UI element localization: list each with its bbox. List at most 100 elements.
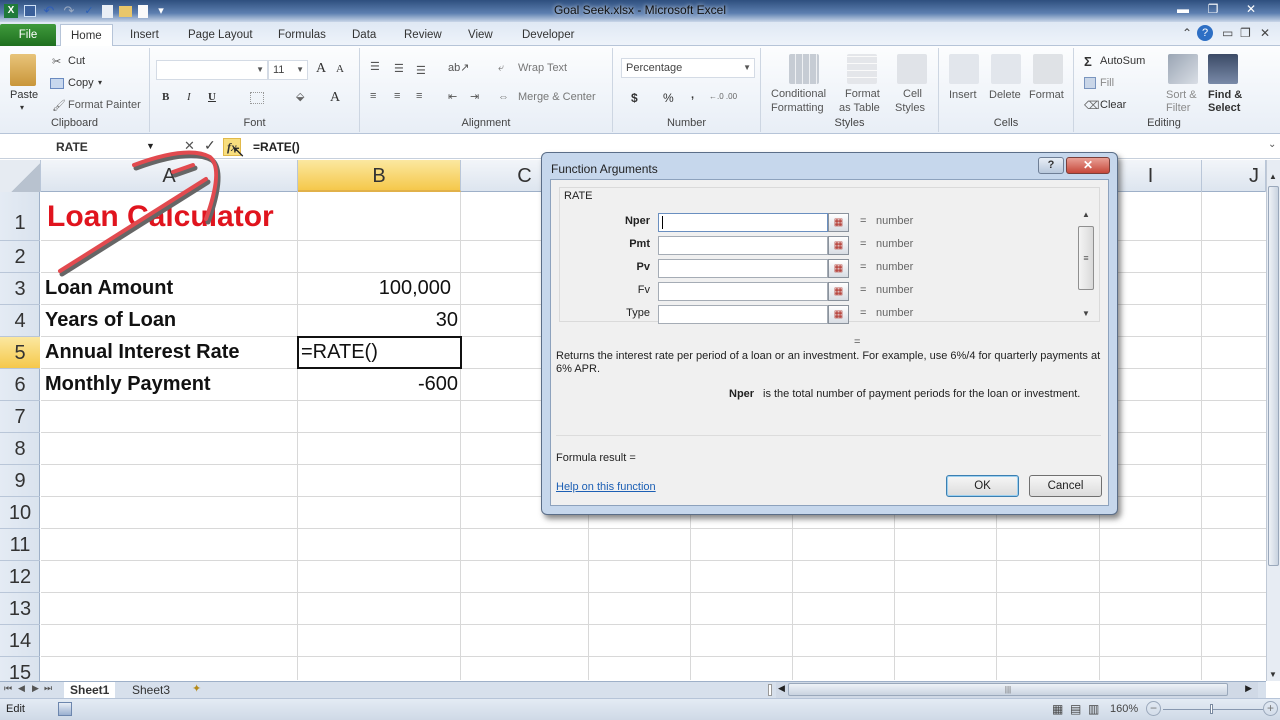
- cell-b5-active[interactable]: =RATE(): [297, 336, 462, 369]
- align-right-icon[interactable]: ≡: [416, 90, 422, 102]
- tab-insert[interactable]: Insert: [120, 24, 169, 46]
- cut-button[interactable]: Cut: [68, 55, 85, 67]
- macro-record-icon[interactable]: [58, 702, 72, 716]
- zoom-out-icon[interactable]: −: [1146, 701, 1161, 716]
- cancel-button[interactable]: Cancel: [1029, 475, 1102, 497]
- page-break-view-icon[interactable]: ▥: [1088, 702, 1099, 716]
- collapse-dialog-icon[interactable]: ▦: [828, 259, 849, 278]
- row-header-8[interactable]: 8: [0, 433, 40, 465]
- tab-file[interactable]: File: [0, 24, 56, 46]
- scroll-down-icon[interactable]: ▼: [1269, 670, 1277, 679]
- italic-button[interactable]: I: [187, 91, 191, 103]
- vertical-scrollbar[interactable]: ▲ ▼: [1266, 160, 1280, 681]
- font-name-combo[interactable]: ▼: [156, 60, 268, 80]
- font-size-combo[interactable]: 11 ▼: [268, 60, 308, 80]
- cell-a1[interactable]: Loan Calculator: [47, 200, 274, 234]
- insert-sheet-icon[interactable]: ✦: [192, 682, 201, 695]
- scroll-thumb[interactable]: ≡: [1078, 226, 1094, 290]
- cell-a6[interactable]: Monthly Payment: [45, 373, 211, 396]
- tab-developer[interactable]: Developer: [512, 24, 584, 46]
- arg-input-pv[interactable]: [658, 259, 828, 278]
- align-left-icon[interactable]: ≡: [370, 90, 376, 102]
- page-layout-view-icon[interactable]: ▤: [1070, 702, 1081, 716]
- close-window-button[interactable]: ✕: [1228, 0, 1274, 18]
- dialog-close-button[interactable]: ✕: [1066, 157, 1110, 174]
- collapse-dialog-icon[interactable]: ▦: [828, 236, 849, 255]
- find-select-line2[interactable]: Select: [1208, 102, 1240, 114]
- arguments-scrollbar[interactable]: ▲ ≡ ▼: [1078, 210, 1094, 318]
- cell-b6[interactable]: -600: [299, 373, 458, 396]
- borders-icon[interactable]: [250, 92, 264, 104]
- last-sheet-icon[interactable]: ⏭: [44, 683, 52, 694]
- row-header-13[interactable]: 13: [0, 593, 40, 625]
- minimize-ribbon-icon[interactable]: ⌃: [1182, 26, 1192, 40]
- row-header-6[interactable]: 6: [0, 369, 40, 401]
- copy-dropdown-icon[interactable]: ▾: [98, 78, 102, 87]
- autosum-button[interactable]: AutoSum: [1100, 55, 1145, 67]
- delete-cells-button[interactable]: Delete: [989, 89, 1021, 101]
- help-on-function-link[interactable]: Help on this function: [556, 481, 656, 493]
- arg-input-nper[interactable]: [658, 213, 828, 232]
- align-center-icon[interactable]: ≡: [394, 90, 400, 102]
- normal-view-icon[interactable]: ▦: [1052, 702, 1063, 716]
- arg-input-pmt[interactable]: [658, 236, 828, 255]
- row-header-12[interactable]: 12: [0, 561, 40, 593]
- scroll-thumb[interactable]: |||: [788, 683, 1228, 696]
- row-header-4[interactable]: 4: [0, 305, 40, 337]
- grow-font-button[interactable]: A: [316, 61, 326, 77]
- first-sheet-icon[interactable]: ⏮: [4, 683, 12, 694]
- tab-view[interactable]: View: [458, 24, 503, 46]
- currency-button[interactable]: $: [631, 91, 638, 105]
- fill-button[interactable]: Fill: [1100, 77, 1114, 89]
- tab-home[interactable]: Home: [60, 24, 113, 47]
- scroll-right-icon[interactable]: ▶: [1245, 683, 1252, 694]
- increase-indent-icon[interactable]: ⇥: [470, 90, 479, 103]
- workbook-minimize-icon[interactable]: ▭: [1222, 26, 1233, 40]
- comma-button[interactable]: ,: [691, 89, 694, 101]
- copy-button[interactable]: Copy: [68, 77, 94, 89]
- dialog-help-button[interactable]: ?: [1038, 157, 1064, 174]
- fill-color-icon[interactable]: ⬙: [296, 90, 304, 103]
- shrink-font-button[interactable]: A: [336, 63, 344, 75]
- name-box-dropdown-icon[interactable]: ▼: [146, 141, 155, 151]
- workbook-restore-icon[interactable]: ❐: [1240, 26, 1251, 40]
- cell-b3[interactable]: 100,000: [299, 277, 451, 300]
- scroll-thumb[interactable]: [1268, 186, 1279, 566]
- cell-b4[interactable]: 30: [299, 309, 458, 332]
- row-header-3[interactable]: 3: [0, 273, 40, 305]
- collapse-dialog-icon[interactable]: ▦: [828, 282, 849, 301]
- row-header-14[interactable]: 14: [0, 625, 40, 657]
- row-header-2[interactable]: 2: [0, 241, 40, 273]
- align-bottom-icon[interactable]: ☰: [416, 64, 426, 77]
- align-middle-icon[interactable]: ☰: [394, 62, 404, 75]
- tab-split-handle[interactable]: [768, 684, 772, 696]
- format-as-table-line1[interactable]: Format: [845, 88, 880, 100]
- cell-a3[interactable]: Loan Amount: [45, 277, 173, 300]
- cell-styles-line1[interactable]: Cell: [903, 88, 922, 100]
- format-as-table-line2[interactable]: as Table: [839, 102, 880, 114]
- increase-decimal-button[interactable]: ←.0 .00: [709, 92, 737, 101]
- next-sheet-icon[interactable]: ▶: [32, 683, 39, 694]
- column-header-b[interactable]: B: [298, 160, 461, 192]
- decrease-indent-icon[interactable]: ⇤: [448, 90, 457, 103]
- align-top-icon[interactable]: ☰: [370, 60, 380, 73]
- row-header-9[interactable]: 9: [0, 465, 40, 497]
- cell-a4[interactable]: Years of Loan: [45, 309, 176, 332]
- format-painter-button[interactable]: Format Painter: [68, 99, 141, 111]
- tab-formulas[interactable]: Formulas: [268, 24, 336, 46]
- orientation-icon[interactable]: ab↗: [448, 61, 469, 74]
- enter-entry-button[interactable]: ✓: [204, 137, 216, 154]
- wrap-text-button[interactable]: Wrap Text: [518, 62, 567, 74]
- row-header-7[interactable]: 7: [0, 401, 40, 433]
- cell-styles-line2[interactable]: Styles: [895, 102, 925, 114]
- formula-input[interactable]: =RATE(): [253, 138, 300, 156]
- cell-a5[interactable]: Annual Interest Rate: [45, 341, 239, 364]
- help-icon[interactable]: ?: [1197, 25, 1213, 41]
- scroll-left-icon[interactable]: ◀: [778, 683, 785, 694]
- format-cells-button[interactable]: Format: [1029, 89, 1064, 101]
- number-format-combo[interactable]: Percentage ▼: [621, 58, 755, 78]
- paste-button[interactable]: Paste: [10, 89, 38, 101]
- tab-page-layout[interactable]: Page Layout: [178, 24, 263, 46]
- minimize-button[interactable]: ▬: [1168, 0, 1198, 18]
- zoom-slider[interactable]: [1163, 709, 1263, 710]
